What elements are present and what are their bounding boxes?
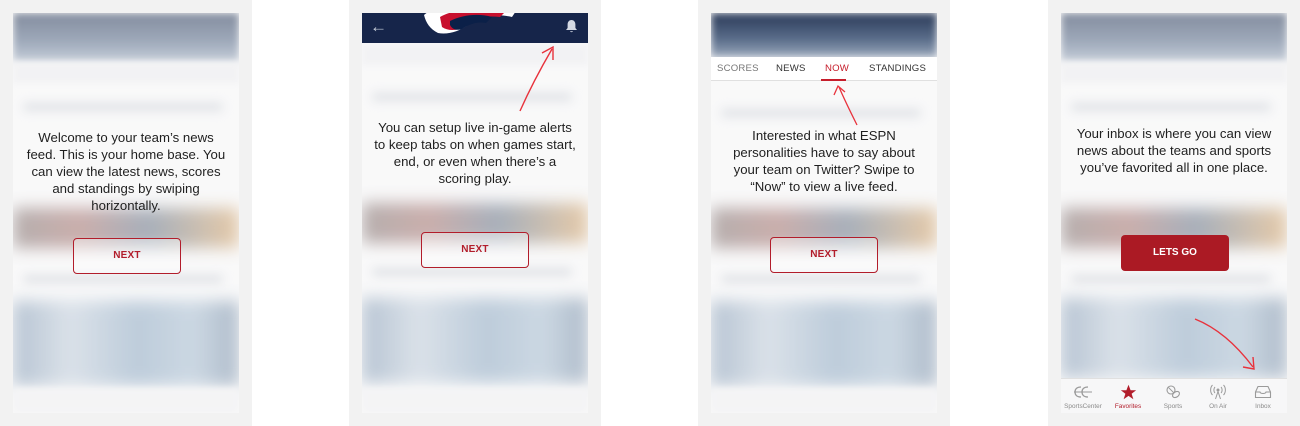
tab-now[interactable]: NOW — [825, 63, 849, 74]
screen-3-phone: SCORES NEWS NOW STANDINGS Interested in … — [711, 13, 937, 413]
tab-label: Inbox — [1255, 403, 1271, 410]
screen-4-phone: Your inbox is where you can view news ab… — [1061, 13, 1287, 413]
tab-news[interactable]: NEWS — [776, 63, 806, 74]
screen-2-panel: ← You can setup live in-game alerts to k… — [349, 0, 601, 426]
next-button[interactable]: NEXT — [770, 237, 878, 273]
screen-4-panel: Your inbox is where you can view news ab… — [1048, 0, 1300, 426]
screen-1-panel: Welcome to your team’s news feed. This i… — [0, 0, 252, 426]
tab-label: Favorites — [1114, 403, 1142, 410]
tab-sportscenter[interactable]: SportsCenter — [1061, 383, 1105, 410]
on-air-icon — [1210, 384, 1226, 400]
active-tab-indicator — [821, 79, 846, 81]
tab-standings[interactable]: STANDINGS — [869, 63, 926, 74]
bottom-tab-bar: SportsCenter Favorites Sports On Air Inb… — [1061, 378, 1287, 413]
tab-label: On Air — [1209, 403, 1227, 410]
annotation-arrow — [1194, 318, 1255, 370]
screen-1-phone: Welcome to your team’s news feed. This i… — [13, 13, 239, 413]
tab-inbox[interactable]: Inbox — [1241, 383, 1285, 410]
blurred-header — [711, 13, 937, 57]
next-button[interactable]: NEXT — [73, 238, 181, 274]
onboarding-message: Interested in what ESPN personalities ha… — [733, 128, 915, 194]
onboarding-message: Your inbox is where you can view news ab… — [1076, 126, 1272, 175]
onboarding-message: Welcome to your team’s news feed. This i… — [26, 130, 226, 213]
inbox-icon — [1254, 385, 1272, 399]
tab-label: SportsCenter — [1064, 403, 1102, 410]
sports-icon — [1166, 385, 1181, 399]
team-logo — [424, 13, 515, 34]
tab-label: Sports — [1163, 403, 1183, 410]
team-header: ← — [362, 13, 588, 43]
onboarding-message: You can setup live in-game alerts to kee… — [374, 120, 576, 186]
tab-sports[interactable]: Sports — [1151, 383, 1195, 410]
bell-icon[interactable] — [565, 19, 578, 34]
tab-on-air[interactable]: On Air — [1196, 383, 1240, 410]
sportscenter-icon — [1074, 386, 1092, 398]
tab-favorites[interactable]: Favorites — [1106, 383, 1150, 410]
annotation-arrow — [519, 45, 554, 112]
back-arrow-icon[interactable]: ← — [370, 17, 387, 37]
star-icon — [1120, 384, 1136, 400]
tab-scores[interactable]: SCORES — [717, 63, 759, 74]
section-tabs: SCORES NEWS NOW STANDINGS — [711, 57, 937, 81]
screen-3-panel: SCORES NEWS NOW STANDINGS Interested in … — [698, 0, 950, 426]
onboarding-storyboard: Welcome to your team’s news feed. This i… — [0, 0, 1300, 426]
screen-2-phone: ← You can setup live in-game alerts to k… — [362, 13, 588, 413]
lets-go-button[interactable]: LETS GO — [1121, 235, 1229, 271]
annotation-arrow — [833, 84, 858, 126]
next-button[interactable]: NEXT — [421, 232, 529, 268]
